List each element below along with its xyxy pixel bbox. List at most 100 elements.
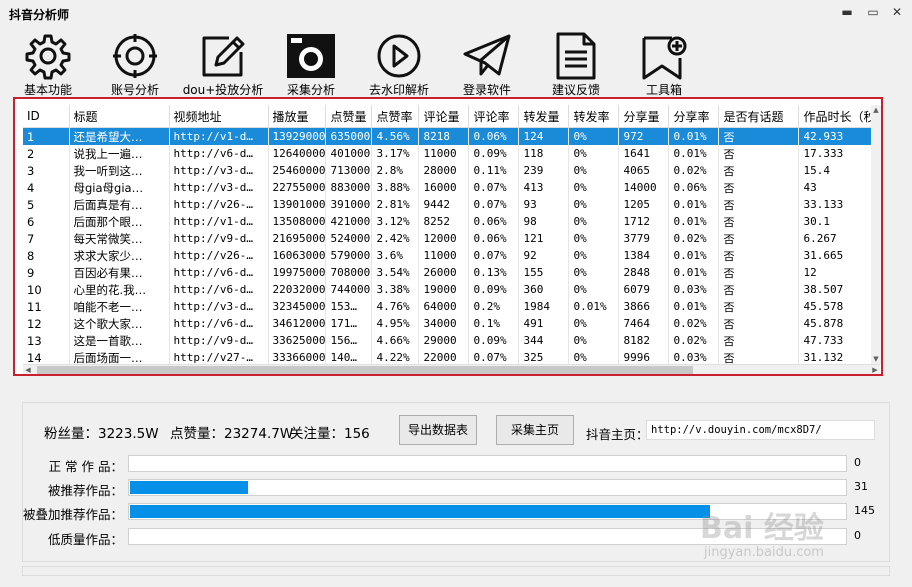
scroll-up-icon[interactable]: ▲ [871, 105, 881, 115]
table-cell: 0.01% [668, 264, 720, 281]
table-row[interactable]: 12 这个歌大家… http://v6-d… 34612000 171… 4.95% 340… [23, 315, 877, 332]
table-cell: 0.1% [468, 315, 520, 332]
table-cell: 3866 [618, 298, 670, 315]
table-cell: 0.01% [668, 196, 720, 213]
works-table: ID 标题 视频地址 播放量 点赞量 点赞率 评论量 评论率 转发量 转发率 分享量 分享率 是否有话题… [23, 105, 877, 374]
table-cell: 0.01% [668, 127, 720, 145]
table-cell: 0% [568, 196, 620, 213]
table-cell: 883000 [325, 179, 373, 196]
toolbar-label: 工具箱 [645, 83, 682, 97]
table-cell: 否 [718, 179, 800, 196]
progress-value: 31 [854, 480, 868, 493]
close-button[interactable]: ✕ [890, 6, 904, 18]
table-row[interactable]: 4 母gia母gia… http://v3-d… 22755000 883000 3.88… [23, 179, 877, 196]
scroll-right-icon[interactable]: ▶ [870, 365, 880, 374]
column-header[interactable]: 是否有话题 [718, 105, 800, 128]
app-title: 抖音分析师 [9, 8, 70, 22]
table-cell: 每天常微笑… [69, 230, 170, 247]
table-cell: http://v26-… [169, 196, 269, 213]
table-cell: 33625000 [268, 332, 327, 349]
column-header[interactable]: 作品时长（秒 [798, 105, 877, 128]
table-cell: 713000 [325, 162, 373, 179]
horizontal-scrollbar[interactable]: ◀ ▶ [23, 364, 880, 374]
table-row[interactable]: 2 说我上一遍… http://v6-d… 12640000 401000 3.17% 11… [23, 145, 877, 162]
table-cell: 4.95% [371, 315, 420, 332]
table-cell: 972 [618, 127, 670, 145]
table-cell: http://v9-d… [169, 332, 269, 349]
table-header: ID 标题 视频地址 播放量 点赞量 点赞率 评论量 评论率 转发量 转发率 分享量 分享率 是否有话题… [23, 105, 877, 128]
table-row[interactable]: 1 还是希望大… http://v1-d… 13929000 635000 4.56% 82… [23, 127, 877, 145]
table-cell: 0% [568, 179, 620, 196]
column-header[interactable]: 分享量 [618, 105, 670, 128]
vertical-scrollbar[interactable]: ▲ ▼ [871, 105, 881, 364]
toolbar-label: 登录软件 [462, 83, 511, 97]
column-header[interactable]: 分享率 [668, 105, 720, 128]
table-cell: 13508000 [268, 213, 327, 230]
progress-fill [130, 505, 710, 518]
column-header[interactable]: 评论量 [418, 105, 470, 128]
table-cell: http://v6-d… [169, 281, 269, 298]
toolbar-basic-functions[interactable]: 基本功能 [3, 28, 93, 97]
table-cell: 121 [518, 230, 570, 247]
table-cell: 4 [23, 179, 70, 196]
table-cell: 9442 [418, 196, 470, 213]
column-header[interactable]: 评论率 [468, 105, 520, 128]
table-cell: 0.07% [468, 179, 520, 196]
table-row[interactable]: 13 这是一首歌… http://v9-d… 33625000 156… 4.66% 290… [23, 332, 877, 349]
table-row[interactable]: 10 心里的花.我… http://v6-d… 22032000 744000 3.38%… [23, 281, 877, 298]
column-header[interactable]: 点赞率 [371, 105, 420, 128]
table-cell: 16000 [418, 179, 470, 196]
column-header[interactable]: 播放量 [268, 105, 327, 128]
toolbar-remove-watermark[interactable]: 去水印解析 [354, 28, 444, 97]
maximize-button[interactable]: ▭ [866, 6, 880, 18]
table-cell: 13 [23, 332, 70, 349]
table-row[interactable]: 8 求求大家少… http://v26-… 16063000 579000 3.6% 110… [23, 247, 877, 264]
likes-count: 点赞量：23274.7W [170, 426, 294, 442]
table-cell: 否 [718, 230, 800, 247]
table-row[interactable]: 7 每天常微笑… http://v9-d… 21695000 524000 2.42% 12… [23, 230, 877, 247]
column-header[interactable]: ID [23, 105, 70, 128]
export-table-button[interactable]: 导出数据表 [399, 415, 477, 445]
collect-homepage-button[interactable]: 采集主页 [496, 415, 574, 445]
column-header[interactable]: 标题 [69, 105, 170, 128]
table-cell: http://v1-d… [169, 213, 269, 230]
column-header[interactable]: 点赞量 [325, 105, 373, 128]
table-cell: http://v3-d… [169, 298, 269, 315]
table-cell: 171… [325, 315, 373, 332]
table-row[interactable]: 11 咱能不老一… http://v3-d… 32345000 153… 4.76% 640… [23, 298, 877, 315]
table-cell: 0.01% [668, 213, 720, 230]
table-cell: 1384 [618, 247, 670, 264]
table-cell: 1205 [618, 196, 670, 213]
table-cell: 0.01% [668, 298, 720, 315]
toolbar-collect-analysis[interactable]: 采集分析 [266, 28, 356, 97]
homepage-url-field[interactable]: http://v.douyin.com/mcx8D7/ [646, 420, 875, 440]
toolbar-label: 建议反馈 [551, 83, 600, 97]
toolbar-feedback[interactable]: 建议反馈 [531, 28, 621, 97]
toolbar-dou-plus-analysis[interactable]: dou+投放分析 [178, 28, 268, 97]
table-cell: 11000 [418, 247, 470, 264]
column-header[interactable]: 转发量 [518, 105, 570, 128]
table-cell: 8182 [618, 332, 670, 349]
scroll-left-icon[interactable]: ◀ [23, 365, 33, 374]
table-row[interactable]: 3 我一听到这… http://v3-d… 25460000 713000 2.8% 280… [23, 162, 877, 179]
column-header[interactable]: 转发率 [568, 105, 620, 128]
horizontal-scroll-thumb[interactable] [37, 366, 693, 374]
table-cell: 0.06% [468, 127, 520, 145]
progress-value: 145 [854, 504, 875, 517]
table-cell: 4.66% [371, 332, 420, 349]
toolbar-account-analysis[interactable]: 账号分析 [90, 28, 180, 97]
table-row[interactable]: 5 后面真是有… http://v26-… 13901000 391000 2.81% 94… [23, 196, 877, 213]
table-cell: 12640000 [268, 145, 327, 162]
table-row[interactable]: 6 后面那个眼… http://v1-d… 13508000 421000 3.12% 82… [23, 213, 877, 230]
scroll-down-icon[interactable]: ▼ [871, 354, 881, 364]
column-header[interactable]: 视频地址 [169, 105, 269, 128]
table-cell: 0% [568, 247, 620, 264]
minimize-button[interactable]: ▬ [840, 6, 854, 18]
table-cell: 12 [23, 315, 70, 332]
table-cell: 6.267 [798, 230, 877, 247]
table-row[interactable]: 9 百因必有果… http://v6-d… 19975000 708000 3.54% 26… [23, 264, 877, 281]
table-cell: 19975000 [268, 264, 327, 281]
toolbar-login[interactable]: 登录软件 [442, 28, 532, 97]
toolbar-toolbox[interactable]: 工具箱 [619, 28, 709, 97]
table-cell: 否 [718, 281, 800, 298]
